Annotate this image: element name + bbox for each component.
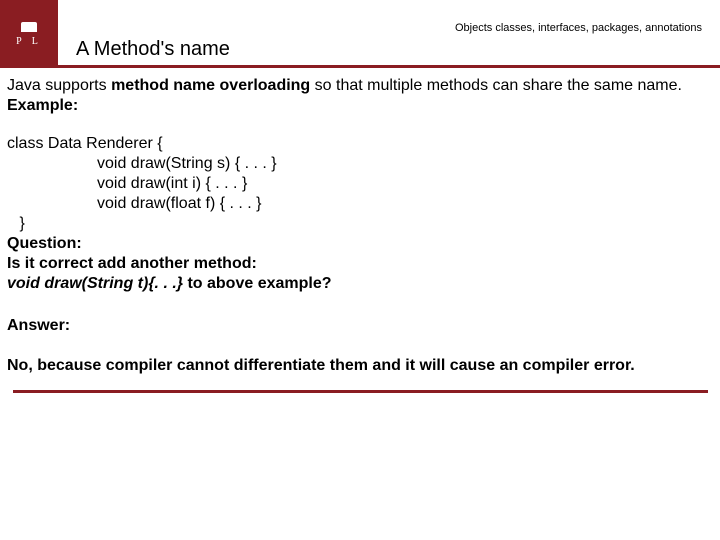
code-line-5: }: [7, 214, 716, 234]
question-label: Question:: [7, 235, 82, 252]
question-method: void draw(String t){. . .}: [7, 275, 183, 292]
bottom-rule: [13, 390, 708, 393]
intro-post: so that multiple methods can share the s…: [310, 77, 682, 94]
page-title: A Method's name: [58, 38, 720, 68]
answer-body-row: No, because compiler cannot differentiat…: [7, 356, 716, 376]
question-tail: to above example?: [183, 275, 332, 292]
slide-header: P L Objects classes, interfaces, package…: [0, 0, 720, 68]
intro-bold: method name overloading: [111, 77, 310, 94]
breadcrumb: Objects classes, interfaces, packages, a…: [58, 16, 720, 38]
slide: P L Objects classes, interfaces, package…: [0, 0, 720, 540]
answer-label-row: Answer:: [7, 316, 716, 336]
intro-pre: Java supports: [7, 77, 111, 94]
logo-letters: P L: [16, 36, 42, 47]
code-line-3: void draw(int i) { . . . }: [7, 174, 247, 194]
logo-emblem-icon: [21, 22, 37, 32]
university-logo: P L: [0, 0, 58, 68]
question-block: Question: Is it correct add another meth…: [7, 234, 716, 294]
code-line-4: void draw(float f) { . . . }: [7, 194, 262, 214]
example-label: Example:: [7, 97, 78, 114]
intro-paragraph: Java supports method name overloading so…: [7, 76, 716, 116]
code-line-2: void draw(String s) { . . . }: [7, 154, 277, 174]
code-block: class Data Renderer { void draw(String s…: [7, 134, 716, 234]
answer-body: No, because compiler cannot differentiat…: [7, 357, 635, 374]
code-line-1: class Data Renderer {: [7, 134, 716, 154]
slide-body: Java supports method name overloading so…: [0, 68, 720, 393]
answer-label: Answer:: [7, 317, 70, 334]
header-right: Objects classes, interfaces, packages, a…: [58, 16, 720, 68]
question-line1: Is it correct add another method:: [7, 255, 257, 272]
